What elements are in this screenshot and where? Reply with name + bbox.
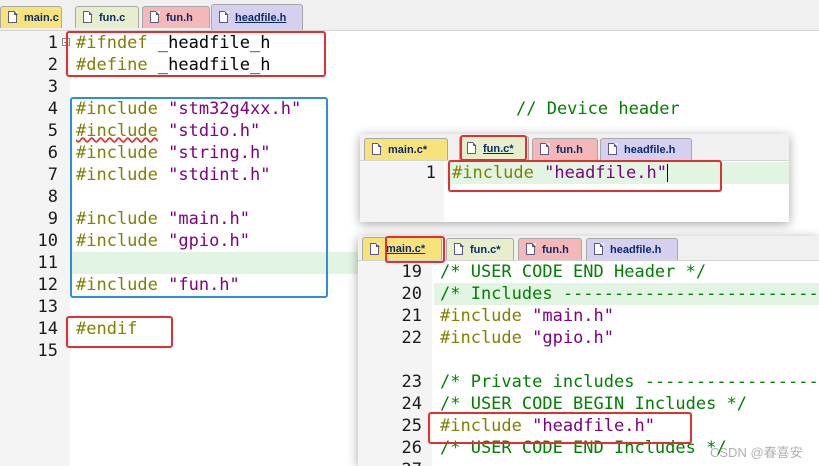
line-number: 12: [37, 275, 58, 295]
line-number: 1: [47, 33, 58, 53]
file-icon: [219, 11, 229, 24]
comment: // Device header: [516, 99, 680, 119]
file-icon: [8, 11, 18, 24]
tab-label: headfile.h: [624, 143, 676, 156]
comment: /* Includes ----------------------------: [440, 284, 819, 304]
line-number: 2: [47, 55, 58, 75]
file-icon: [594, 243, 604, 256]
code-line-21: #include "main.h": [440, 305, 614, 327]
file-icon: [608, 143, 618, 156]
comment: /* USER CODE END Header */: [440, 262, 707, 282]
tab-label: main.c: [24, 11, 59, 24]
watermark: CSDN @春喜安: [710, 445, 803, 460]
line-number: 8: [47, 187, 58, 207]
tab-main-c[interactable]: main.c: [0, 6, 62, 28]
line-number: 7: [47, 165, 58, 185]
file-icon: [540, 143, 550, 156]
line-number: 25: [401, 416, 422, 436]
highlight-box-fun-c-include: [448, 160, 722, 192]
tab-fun-c[interactable]: fun.c: [75, 6, 139, 28]
highlight-box-endif: [66, 316, 173, 348]
line-number: 10: [37, 231, 58, 251]
tab-headfile-h[interactable]: headfile.h: [211, 4, 303, 30]
tab-headfile-h[interactable]: headfile.h: [586, 238, 678, 260]
file-icon: [83, 11, 93, 24]
tab-label: headfile.h: [235, 11, 287, 24]
file-icon: [370, 242, 380, 256]
file-icon: [526, 243, 536, 256]
comment: /* Private includes -----------------: [440, 372, 819, 392]
line-number: 15: [37, 341, 58, 361]
line-number: 11: [37, 253, 58, 273]
tab-main-c[interactable]: main.c*: [364, 138, 448, 160]
code-line-20: /* Includes ----------------------------: [440, 283, 819, 305]
tab-fun-c[interactable]: fun.c*: [446, 238, 514, 260]
line-number: 22: [401, 328, 422, 348]
tab-fun-h[interactable]: fun.h: [518, 238, 582, 260]
line-number: 23: [401, 372, 422, 392]
main-c-editor-panel: main.c* fun.c* fun.h headfile.h 19 20 21…: [358, 236, 819, 466]
main-tab-bar: main.c fun.c fun.h headfile.h: [0, 0, 819, 31]
line-number: 24: [401, 394, 422, 414]
tab-label: fun.c*: [470, 243, 501, 256]
file-icon: [150, 11, 160, 24]
line-number: 5: [47, 121, 58, 141]
line-number: 9: [47, 209, 58, 229]
tab-label: fun.h: [166, 11, 193, 24]
line-number: 13: [37, 297, 58, 317]
code-line-24: /* Private includes -----------------: [440, 371, 819, 393]
line-number: 4: [47, 99, 58, 119]
code-comment-device-header: // Device header: [516, 98, 680, 120]
keyword: #include: [440, 306, 522, 326]
code-line-22: #include "gpio.h": [440, 327, 614, 349]
comment: /* USER CODE BEGIN Includes */: [440, 394, 748, 414]
code-line-19: /* USER CODE END Header */: [440, 261, 706, 283]
line-number: 27: [384, 459, 422, 466]
string: "gpio.h": [521, 328, 615, 348]
line-number: 1: [425, 163, 436, 183]
file-icon: [372, 143, 382, 156]
tab-fun-h[interactable]: fun.h: [142, 6, 210, 28]
highlight-box-header-guard: [66, 31, 326, 77]
tab-label: fun.h: [542, 243, 569, 256]
highlight-box-main-c-include: [428, 412, 692, 444]
line-number: 21: [401, 306, 422, 326]
highlight-box-main-c-tab: [385, 236, 445, 263]
tab-fun-h[interactable]: fun.h: [532, 138, 598, 160]
tab-label: headfile.h: [610, 243, 662, 256]
line-number: 19: [401, 262, 422, 282]
tab-label: fun.c: [99, 11, 126, 24]
line-number: 14: [37, 319, 58, 339]
highlight-box-includes: [70, 97, 328, 298]
tab-headfile-h[interactable]: headfile.h: [600, 138, 692, 160]
file-icon: [454, 243, 464, 256]
line-number: 6: [47, 143, 58, 163]
line-number: 3: [47, 77, 58, 97]
highlight-box-fun-c-tab: [460, 135, 527, 161]
line-number: 26: [401, 438, 422, 458]
tab-label: fun.h: [556, 143, 583, 156]
line-number: 20: [401, 284, 422, 304]
keyword: #include: [440, 328, 522, 348]
fun-c-editor-panel: main.c* fun.c* fun.h headfile.h 1 #inclu…: [360, 134, 789, 222]
tab-label: main.c*: [388, 143, 428, 156]
string: "main.h": [521, 306, 615, 326]
fun-c-tab-bar: main.c* fun.c* fun.h headfile.h: [360, 134, 789, 161]
